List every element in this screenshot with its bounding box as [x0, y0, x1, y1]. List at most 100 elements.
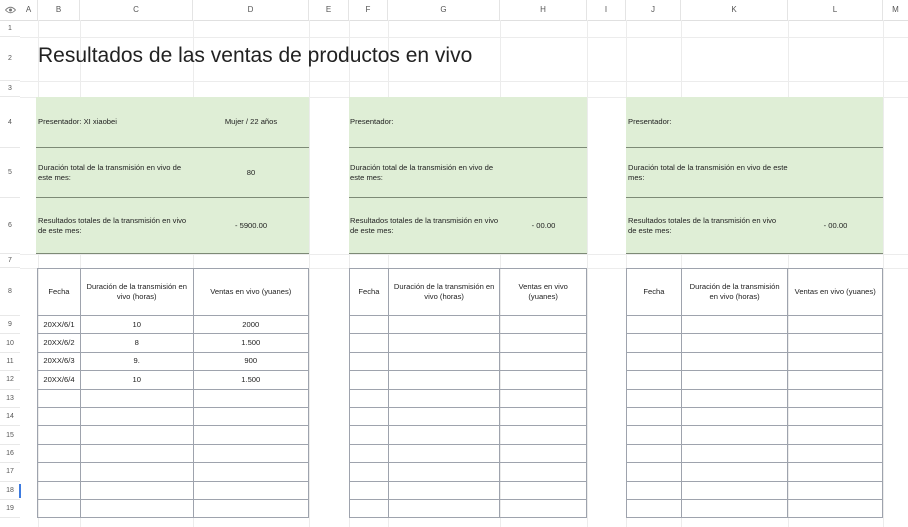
- header-sales[interactable]: Ventas en vivo (yuanes): [499, 268, 587, 316]
- cell-date[interactable]: 20XX/6/4: [37, 370, 81, 390]
- cell-date[interactable]: [626, 443, 682, 464]
- presenter-info[interactable]: [500, 97, 587, 147]
- column-header-g[interactable]: G: [388, 0, 500, 20]
- cell-duration[interactable]: [387, 370, 501, 390]
- presenter-info[interactable]: [788, 97, 883, 147]
- cell-duration[interactable]: [680, 370, 789, 390]
- cell-date[interactable]: [349, 351, 389, 372]
- duration-label[interactable]: Duración total de la transmisión en vivo…: [38, 148, 190, 197]
- header-duration[interactable]: Duración de la transmisión en vivo (hora…: [387, 268, 501, 316]
- cell-sales[interactable]: [787, 351, 883, 372]
- cell-date[interactable]: [626, 498, 682, 519]
- cell-date[interactable]: [37, 388, 81, 408]
- header-date[interactable]: Fecha: [626, 268, 682, 316]
- column-header-c[interactable]: C: [80, 0, 193, 20]
- duration-value[interactable]: 80: [193, 148, 309, 197]
- cell-sales[interactable]: [787, 406, 883, 427]
- cell-duration[interactable]: [387, 406, 501, 427]
- cell-date[interactable]: [626, 425, 682, 445]
- cell-date[interactable]: [626, 388, 682, 408]
- results-label[interactable]: Resultados totales de la transmisión en …: [628, 198, 783, 253]
- results-label[interactable]: Resultados totales de la transmisión en …: [38, 198, 190, 253]
- cell-duration[interactable]: [680, 333, 789, 353]
- cell-date[interactable]: [37, 425, 81, 445]
- cell-duration[interactable]: [387, 462, 501, 482]
- cell-duration[interactable]: 8: [79, 333, 194, 353]
- cell-date[interactable]: [349, 406, 389, 427]
- cell-duration[interactable]: [79, 480, 194, 500]
- column-header-j[interactable]: J: [626, 0, 681, 20]
- presenter-label[interactable]: Presentador:: [350, 97, 500, 147]
- column-header-f[interactable]: F: [349, 0, 388, 20]
- cell-date[interactable]: 20XX/6/1: [37, 314, 81, 335]
- row-header-17[interactable]: 17: [0, 463, 20, 482]
- cell-date[interactable]: [626, 333, 682, 353]
- cell-date[interactable]: 20XX/6/2: [37, 333, 81, 353]
- cell-duration[interactable]: [680, 314, 789, 335]
- column-header-b[interactable]: B: [38, 0, 80, 20]
- cell-duration[interactable]: [680, 425, 789, 445]
- cell-duration[interactable]: [680, 351, 789, 372]
- cell-sales[interactable]: [192, 462, 309, 482]
- cell-date[interactable]: [349, 425, 389, 445]
- cell-duration[interactable]: 10: [79, 314, 194, 335]
- cell-date[interactable]: [37, 443, 81, 464]
- cell-sales[interactable]: [499, 425, 587, 445]
- row-header-12[interactable]: 12: [0, 371, 20, 390]
- cell-duration[interactable]: [387, 425, 501, 445]
- cell-date[interactable]: [349, 314, 389, 335]
- header-date[interactable]: Fecha: [37, 268, 81, 316]
- cell-sales[interactable]: [499, 314, 587, 335]
- cell-sales[interactable]: [499, 333, 587, 353]
- cell-date[interactable]: [626, 370, 682, 390]
- cell-date[interactable]: [37, 498, 81, 519]
- cell-duration[interactable]: [387, 498, 501, 519]
- cell-duration[interactable]: [680, 388, 789, 408]
- row-header-8[interactable]: 8: [0, 268, 20, 316]
- cell-sales[interactable]: [787, 443, 883, 464]
- row-header-18[interactable]: 18: [0, 482, 20, 500]
- cell-date[interactable]: [349, 443, 389, 464]
- cell-date[interactable]: [626, 351, 682, 372]
- cell-sales[interactable]: [192, 388, 309, 408]
- column-header-l[interactable]: L: [788, 0, 883, 20]
- cell-date[interactable]: [349, 388, 389, 408]
- cell-duration[interactable]: [79, 443, 194, 464]
- duration-label[interactable]: Duración total de la transmisión en vivo…: [628, 148, 790, 197]
- cell-date[interactable]: [349, 333, 389, 353]
- cell-duration[interactable]: 9.: [79, 351, 194, 372]
- cell-date[interactable]: [349, 370, 389, 390]
- cell-sales[interactable]: 1.500: [192, 370, 309, 390]
- row-header-9[interactable]: 9: [0, 316, 20, 335]
- cell-date[interactable]: [626, 462, 682, 482]
- row-header-2[interactable]: 2: [0, 37, 20, 81]
- cell-duration[interactable]: [79, 388, 194, 408]
- column-header-e[interactable]: E: [309, 0, 349, 20]
- cell-duration[interactable]: [680, 498, 789, 519]
- cell-sales[interactable]: [192, 406, 309, 427]
- cell-duration[interactable]: [387, 388, 501, 408]
- cell-sales[interactable]: 1.500: [192, 333, 309, 353]
- cell-sales[interactable]: [787, 425, 883, 445]
- cell-date[interactable]: [626, 406, 682, 427]
- cell-duration[interactable]: [387, 443, 501, 464]
- row-header-13[interactable]: 13: [0, 390, 20, 408]
- duration-label[interactable]: Duración total de la transmisión en vivo…: [350, 148, 502, 197]
- cell-sales[interactable]: [499, 388, 587, 408]
- cell-duration[interactable]: [79, 498, 194, 519]
- cell-duration[interactable]: [680, 480, 789, 500]
- results-value[interactable]: - 5900.00: [193, 198, 309, 253]
- cell-sales[interactable]: [499, 370, 587, 390]
- row-header-1[interactable]: 1: [0, 20, 20, 37]
- column-header-i[interactable]: I: [587, 0, 626, 20]
- cell-sales[interactable]: [192, 480, 309, 500]
- cell-date[interactable]: 20XX/6/3: [37, 351, 81, 372]
- cell-duration[interactable]: 10: [79, 370, 194, 390]
- row-header-6[interactable]: 6: [0, 198, 20, 254]
- header-sales[interactable]: Ventas en vivo (yuanes): [787, 268, 883, 316]
- header-sales[interactable]: Ventas en vivo (yuanes): [192, 268, 309, 316]
- cell-sales[interactable]: [787, 462, 883, 482]
- cell-sales[interactable]: [192, 498, 309, 519]
- cell-duration[interactable]: [79, 462, 194, 482]
- column-header-d[interactable]: D: [193, 0, 309, 20]
